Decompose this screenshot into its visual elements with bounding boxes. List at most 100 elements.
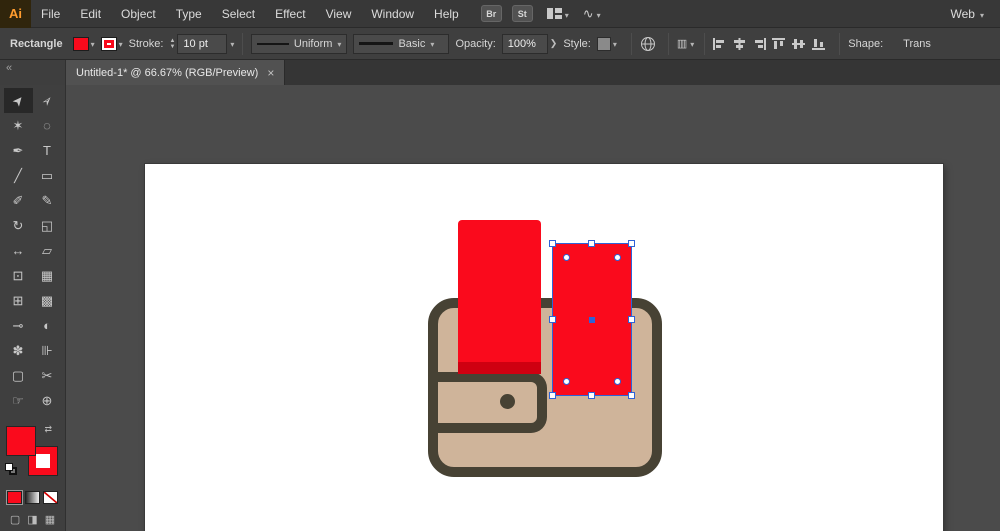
menu-item-effect[interactable]: Effect bbox=[265, 0, 315, 28]
bridge-button[interactable]: Br bbox=[481, 5, 502, 22]
align-bottom-icon[interactable] bbox=[812, 38, 825, 50]
magic-wand-tool[interactable]: ✶ bbox=[4, 113, 33, 138]
toolbar-collapse-button[interactable]: « bbox=[0, 60, 66, 85]
preferences-button[interactable]: ▥ bbox=[677, 37, 694, 50]
canvas[interactable] bbox=[66, 85, 1000, 531]
menu-item-object[interactable]: Object bbox=[111, 0, 166, 28]
menu-item-type[interactable]: Type bbox=[166, 0, 212, 28]
scale-tool[interactable]: ◱ bbox=[33, 213, 62, 238]
workspace-switcher[interactable]: Web bbox=[951, 7, 984, 21]
rotate-tool[interactable]: ↻ bbox=[4, 213, 33, 238]
tab-close-icon[interactable]: × bbox=[267, 66, 274, 80]
eyedropper-tool[interactable]: ⊸ bbox=[4, 313, 33, 338]
symbol-sprayer-tool[interactable]: ✽ bbox=[4, 338, 33, 363]
zoom-tool[interactable]: ⊕ bbox=[33, 388, 62, 413]
red-card-shape[interactable] bbox=[458, 220, 541, 374]
selected-red-rectangle[interactable] bbox=[552, 243, 632, 396]
paintbrush-tool[interactable]: ✐ bbox=[4, 188, 33, 213]
selection-handle[interactable] bbox=[628, 316, 635, 323]
blend-tool[interactable]: ◐ bbox=[33, 313, 62, 338]
lasso-tool[interactable]: ◌ bbox=[33, 113, 62, 138]
selection-handle[interactable] bbox=[628, 392, 635, 399]
default-fill-stroke-icon[interactable] bbox=[5, 463, 17, 475]
rectangle-tool[interactable]: ▭ bbox=[33, 163, 62, 188]
color-mode-buttons bbox=[0, 491, 65, 504]
arrange-documents-button[interactable] bbox=[547, 7, 569, 21]
style-dropdown[interactable] bbox=[597, 37, 617, 51]
screen-mode-icon[interactable] bbox=[45, 513, 55, 526]
wallet-button-shape[interactable] bbox=[500, 394, 515, 409]
menu-item-window[interactable]: Window bbox=[361, 0, 424, 28]
transform-panel-link[interactable]: Trans bbox=[903, 38, 931, 50]
align-horizontal-group bbox=[713, 38, 766, 50]
width-tool[interactable]: ↔ bbox=[4, 238, 33, 263]
stepper-down-icon[interactable]: ▼ bbox=[169, 44, 175, 50]
document-tab[interactable]: Untitled-1* @ 66.67% (RGB/Preview) × bbox=[66, 60, 285, 85]
brush-dropdown[interactable]: Basic bbox=[353, 34, 449, 54]
free-transform-tool[interactable]: ▱ bbox=[33, 238, 62, 263]
opacity-input[interactable]: 100% bbox=[502, 34, 548, 54]
menu-item-help[interactable]: Help bbox=[424, 0, 469, 28]
width-profile-dropdown[interactable]: Uniform bbox=[251, 34, 347, 54]
workspace-label: Web bbox=[951, 7, 975, 21]
align-right-icon[interactable] bbox=[753, 38, 766, 50]
selection-handle[interactable] bbox=[628, 240, 635, 247]
corner-widget[interactable] bbox=[614, 378, 621, 385]
corner-widget[interactable] bbox=[563, 254, 570, 261]
draw-normal-icon[interactable] bbox=[10, 513, 20, 526]
shape-builder-tool[interactable]: ⊡ bbox=[4, 263, 33, 288]
corner-widget[interactable] bbox=[563, 378, 570, 385]
slice-tool[interactable]: ✂ bbox=[33, 363, 62, 388]
align-left-icon[interactable] bbox=[713, 38, 726, 50]
gradient-tool[interactable]: ▩ bbox=[33, 288, 62, 313]
pen-tool[interactable]: ✒ bbox=[4, 138, 33, 163]
stroke-weight-input[interactable]: 10 pt bbox=[177, 34, 227, 54]
selection-handle[interactable] bbox=[588, 392, 595, 399]
mesh-tool[interactable]: ⊞ bbox=[4, 288, 33, 313]
align-center-icon[interactable] bbox=[733, 38, 746, 50]
shape-builder-tool-icon: ⊡ bbox=[13, 268, 24, 284]
wallet-pocket-shape[interactable] bbox=[428, 372, 547, 433]
stroke-color-button[interactable] bbox=[101, 37, 123, 51]
draw-behind-icon[interactable] bbox=[27, 513, 37, 526]
align-middle-icon[interactable] bbox=[792, 38, 805, 50]
width-profile-preview bbox=[257, 43, 288, 45]
menu-item-edit[interactable]: Edit bbox=[70, 0, 111, 28]
type-tool[interactable]: T bbox=[33, 138, 62, 163]
color-mode-button[interactable] bbox=[7, 491, 22, 504]
perspective-grid-tool[interactable]: ▦ bbox=[33, 263, 62, 288]
menu-item-select[interactable]: Select bbox=[212, 0, 265, 28]
line-segment-tool[interactable]: ╱ bbox=[4, 163, 33, 188]
menu-item-file[interactable]: File bbox=[31, 0, 70, 28]
selection-handle[interactable] bbox=[588, 240, 595, 247]
pencil-tool[interactable]: ✎ bbox=[33, 188, 62, 213]
stroke-weight-dropdown-icon[interactable] bbox=[230, 38, 234, 50]
gradient-mode-button[interactable] bbox=[25, 491, 40, 504]
corner-widget[interactable] bbox=[614, 254, 621, 261]
column-graph-tool[interactable]: ⊪ bbox=[33, 338, 62, 363]
globe-icon bbox=[640, 36, 656, 52]
stroke-weight-stepper[interactable]: ▲ ▼ bbox=[169, 38, 175, 50]
stroke-panel-link[interactable]: Stroke: bbox=[129, 38, 164, 50]
align-top-icon[interactable] bbox=[772, 38, 785, 50]
swap-fill-stroke-icon[interactable] bbox=[45, 424, 53, 435]
none-mode-button[interactable] bbox=[43, 491, 58, 504]
control-bar: Rectangle Stroke: ▲ ▼ 10 pt Uniform Basi… bbox=[0, 28, 1000, 60]
document-setup-button[interactable] bbox=[640, 36, 656, 52]
fill-color-indicator[interactable] bbox=[7, 427, 35, 455]
separator bbox=[839, 33, 840, 55]
selection-handle[interactable] bbox=[549, 240, 556, 247]
selection-handle[interactable] bbox=[549, 392, 556, 399]
direct-selection-tool[interactable]: ➢ bbox=[33, 88, 62, 113]
center-point[interactable] bbox=[589, 317, 595, 323]
menu-item-view[interactable]: View bbox=[316, 0, 362, 28]
selection-tool[interactable]: ➤ bbox=[4, 88, 33, 113]
selection-handle[interactable] bbox=[549, 316, 556, 323]
fill-color-button[interactable] bbox=[73, 37, 95, 51]
opacity-expander-icon[interactable]: ❯ bbox=[550, 38, 558, 49]
hand-tool[interactable]: ☞ bbox=[4, 388, 33, 413]
artboard-tool[interactable]: ▢ bbox=[4, 363, 33, 388]
opacity-label[interactable]: Opacity: bbox=[455, 38, 495, 50]
stock-button[interactable]: St bbox=[512, 5, 533, 22]
touch-workspace-button[interactable] bbox=[583, 6, 601, 22]
